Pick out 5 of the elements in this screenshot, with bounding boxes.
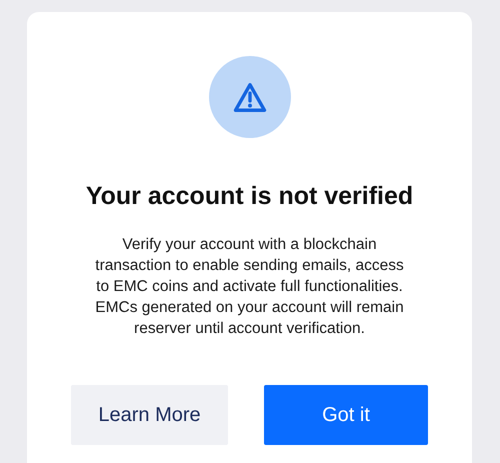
- warning-icon: [232, 82, 266, 112]
- dialog-title: Your account is not verified: [86, 182, 414, 211]
- learn-more-button[interactable]: Learn More: [71, 385, 228, 445]
- dialog-message: Verify your account with a blockchain transaction to enable sending emails, access to EMC coins and activate full functionalities. EMCs generated on your account will remain reserver until account verification.: [94, 235, 405, 339]
- confirm-button[interactable]: Got it: [264, 385, 428, 445]
